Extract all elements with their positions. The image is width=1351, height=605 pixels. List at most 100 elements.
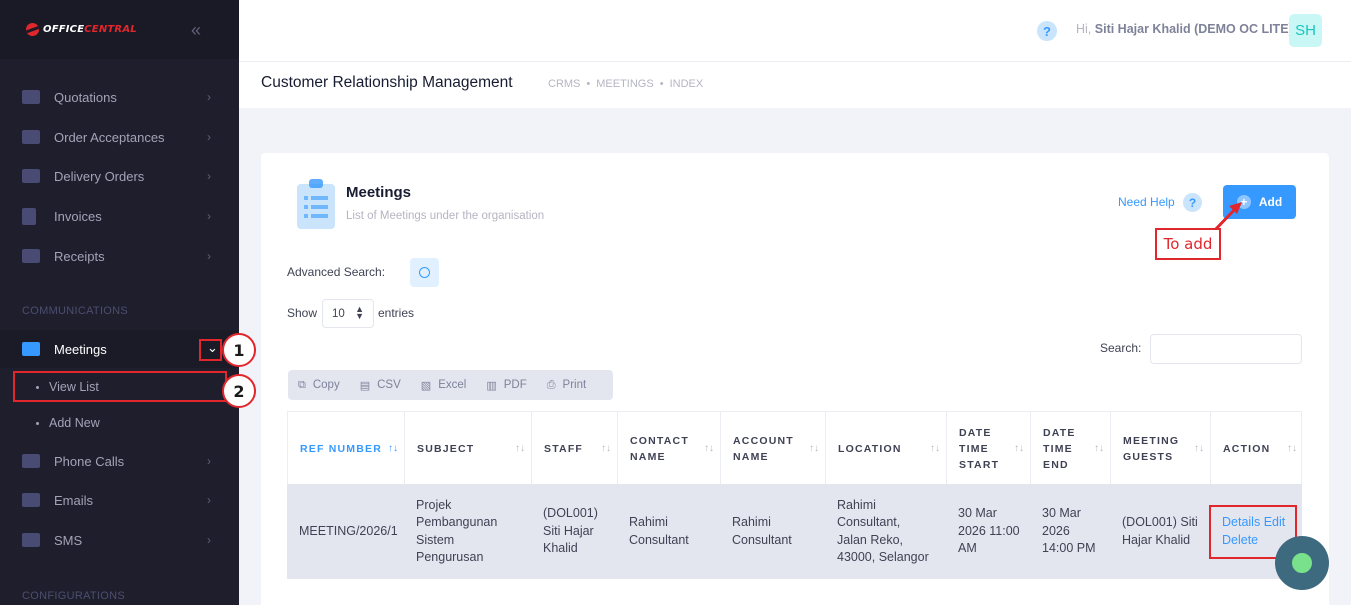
sidebar-item-quotations[interactable]: Quotations ›: [0, 78, 239, 116]
column-header-account-name[interactable]: ACCOUNT NAME ↑↓: [721, 412, 826, 485]
breadcrumb-separator: •: [586, 78, 591, 90]
chevron-right-icon: ›: [207, 209, 211, 223]
csv-button[interactable]: ▤ CSV: [360, 379, 401, 392]
printer-icon: ⎙: [546, 378, 556, 391]
cell-ref-number: MEETING/2026/1: [299, 523, 398, 538]
breadcrumb-item[interactable]: MEETINGS: [596, 78, 653, 90]
sort-icon: ↑↓: [1287, 443, 1297, 454]
phone-icon: [22, 454, 40, 468]
column-header-action[interactable]: ACTION ↑↓: [1211, 412, 1303, 485]
need-help-link[interactable]: Need Help: [1118, 195, 1175, 209]
sort-icon: ↑↓: [515, 443, 525, 454]
cell-date-time-start: 30 Mar 2026 11:00 AM: [958, 506, 1020, 556]
list-icon: [22, 249, 40, 263]
column-header-label: SUBJECT: [417, 442, 475, 455]
table-row: MEETING/2026/1 Projek Pembangunan Sistem Pe…: [287, 484, 1302, 579]
annotation-badge-1: 1: [222, 333, 256, 367]
column-header-meeting-guests[interactable]: MEETING GUESTS ↑↓: [1111, 412, 1211, 485]
sidebar-item-order-acceptances[interactable]: Order Acceptances ›: [0, 118, 239, 156]
entries-value: 10: [332, 307, 345, 320]
cell-account-name: Rahimi Consultant: [732, 515, 792, 547]
column-header-date-time-end[interactable]: DATE TIME END ↑↓: [1031, 412, 1111, 485]
export-toolbar: ⧉ Copy ▤ CSV ▧ Excel ▥ PDF ⎙ Print: [288, 370, 613, 400]
sidebar-item-label: SMS: [54, 532, 83, 548]
file-pdf-icon: ▥: [486, 379, 497, 392]
copy-icon: ⧉: [298, 378, 306, 391]
section-label-communications: COMMUNICATIONS: [22, 305, 129, 317]
column-header-label: DATE TIME END: [1043, 426, 1076, 471]
sort-icon: ↑↓: [388, 443, 398, 454]
column-header-staff[interactable]: STAFF ↑↓: [532, 412, 618, 485]
breadcrumb: CRMS • MEETINGS • INDEX: [548, 78, 703, 90]
column-header-label: MEETING GUESTS: [1123, 434, 1180, 463]
sidebar-item-invoices[interactable]: Invoices ›: [0, 197, 239, 235]
brand-name: OFFICECENTRAL: [43, 24, 137, 35]
sidebar-item-label: Quotations: [54, 89, 117, 105]
clipboard-icon: [297, 179, 335, 229]
copy-label: Copy: [312, 379, 340, 391]
search-icon: [419, 267, 430, 278]
sort-icon: ↑↓: [930, 443, 940, 454]
column-header-ref-number[interactable]: REF NUMBER ↑↓: [288, 412, 405, 485]
file-excel-icon: ▧: [420, 379, 432, 392]
mail-icon: [22, 493, 40, 507]
advanced-search-label: Advanced Search:: [287, 265, 386, 279]
entries-select[interactable]: 10 ▲ ▼: [322, 299, 374, 328]
breadcrumb-item[interactable]: CRMS: [548, 78, 580, 90]
greeting-prefix: Hi,: [1076, 22, 1092, 36]
camera-icon: [22, 90, 40, 104]
avatar[interactable]: SH: [1289, 14, 1322, 47]
cell-meeting-guests: (DOL001) Siti Hajar Khalid: [1122, 515, 1198, 547]
annotation-badge-2: 2: [222, 374, 256, 408]
annotation-box-view-list: [13, 371, 227, 402]
annotation-box-expand: [199, 339, 222, 361]
copy-button[interactable]: ⧉ Copy: [298, 379, 340, 392]
table-header: REF NUMBER ↑↓ SUBJECT ↑↓ STAFF ↑↓ CONTAC…: [287, 411, 1303, 485]
column-header-subject[interactable]: SUBJECT ↑↓: [405, 412, 532, 485]
column-header-label: ACTION: [1223, 442, 1271, 455]
collapse-sidebar-icon[interactable]: «: [191, 20, 201, 41]
sidebar-item-delivery-orders[interactable]: Delivery Orders ›: [0, 157, 239, 195]
chart-icon: [22, 169, 40, 183]
chat-icon: [22, 342, 40, 356]
sidebar-item-phone-calls[interactable]: Phone Calls ›: [0, 442, 239, 480]
help-icon[interactable]: ?: [1037, 21, 1057, 41]
search-input[interactable]: [1150, 334, 1302, 364]
sort-icon: ↑↓: [1014, 443, 1024, 454]
breadcrumb-item[interactable]: INDEX: [670, 78, 704, 90]
chevron-right-icon: ›: [207, 493, 211, 507]
add-button-label: Add: [1258, 195, 1283, 209]
show-label: Show: [287, 306, 318, 320]
annotation-callout: To add: [1155, 228, 1221, 260]
file-csv-icon: ▤: [359, 379, 371, 392]
column-header-label: DATE TIME START: [959, 426, 1000, 471]
column-header-location[interactable]: LOCATION ↑↓: [826, 412, 947, 485]
chevron-right-icon: ›: [207, 130, 211, 144]
user-greeting[interactable]: Hi, Siti Hajar Khalid (DEMO OC LITE): [1076, 22, 1293, 36]
sidebar-item-emails[interactable]: Emails ›: [0, 481, 239, 519]
chevron-right-icon: ›: [207, 454, 211, 468]
sidebar: OFFICECENTRAL « Quotations › Order Accep…: [0, 0, 239, 605]
csv-label: CSV: [377, 379, 401, 391]
column-header-contact-name[interactable]: CONTACT NAME ↑↓: [618, 412, 721, 485]
bullet-icon: [36, 421, 39, 425]
column-header-date-time-start[interactable]: DATE TIME START ↑↓: [947, 412, 1031, 485]
column-header-label: STAFF: [544, 442, 584, 455]
column-header-label: ACCOUNT NAME: [733, 434, 794, 463]
sort-icon: ↑↓: [1194, 443, 1204, 454]
chat-widget-button[interactable]: [1275, 536, 1329, 590]
column-header-label: REF NUMBER: [300, 442, 382, 455]
advanced-search-button[interactable]: [410, 258, 439, 287]
pdf-button[interactable]: ▥ PDF: [486, 379, 526, 392]
sidebar-subitem-add-new[interactable]: Add New: [0, 408, 239, 438]
sidebar-item-label: Order Acceptances: [54, 129, 165, 145]
sidebar-item-sms[interactable]: SMS ›: [0, 521, 239, 559]
card-title: Meetings: [346, 184, 412, 201]
brand-logo[interactable]: OFFICECENTRAL: [26, 23, 137, 36]
sidebar-item-receipts[interactable]: Receipts ›: [0, 237, 239, 275]
sidebar-subitem-label: Add New: [49, 416, 100, 430]
print-button[interactable]: ⎙ Print: [547, 379, 586, 392]
clipboard-icon: [22, 207, 36, 225]
cell-contact-name: Rahimi Consultant: [629, 515, 689, 547]
excel-button[interactable]: ▧ Excel: [421, 379, 467, 392]
